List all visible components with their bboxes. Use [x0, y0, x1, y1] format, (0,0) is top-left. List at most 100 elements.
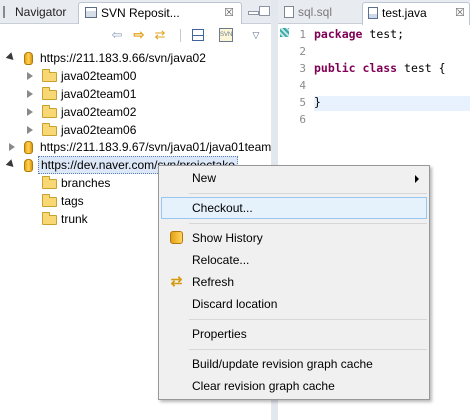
expand-toggle-icon[interactable]: [27, 108, 33, 116]
view-toolbar: ⇦ ⇨ ⇄ SVN ▽: [0, 24, 271, 46]
menu-item-build-revision-graph-cache[interactable]: Build/update revision graph cache: [161, 353, 427, 375]
code-text: test;: [362, 27, 405, 41]
menu-item-label: Build/update revision graph cache: [192, 357, 373, 371]
expand-toggle-icon[interactable]: [5, 52, 17, 63]
editor-tab-bar: sql.sql test.java ☒: [278, 0, 470, 25]
new-repository-location-icon[interactable]: SVN: [218, 27, 234, 43]
code-line[interactable]: package test;: [314, 26, 404, 43]
tab-sql-sql[interactable]: sql.sql: [284, 2, 332, 24]
left-view-tab-bar: Navigator SVN Reposit... ☒: [0, 0, 271, 25]
tree-item-label: tags: [61, 194, 84, 208]
code-keyword: package: [314, 27, 363, 41]
sync-icon[interactable]: ⇄: [152, 27, 168, 43]
folder-icon: [42, 194, 57, 207]
tree-item-label: java02team02: [61, 105, 137, 119]
tree-item-label: https://211.183.9.66/svn/java02: [40, 51, 206, 65]
tree-item-label: https://211.183.9.67/svn/java01/java01te…: [40, 140, 271, 154]
code-line[interactable]: }: [314, 94, 321, 111]
tree-item-label: java02team06: [61, 123, 137, 137]
line-number: 2: [299, 45, 306, 58]
expand-toggle-icon[interactable]: [5, 159, 17, 170]
menu-separator: [189, 223, 427, 224]
tab-sql-label: sql.sql: [298, 5, 333, 19]
tree-item-folder[interactable]: java02team01: [0, 85, 271, 103]
tab-navigator-label: Navigator: [15, 5, 67, 19]
tab-test-java[interactable]: test.java ☒: [362, 2, 470, 25]
svn-repository-icon: [85, 7, 97, 18]
view-menu-chevron-icon[interactable]: ▽: [248, 27, 264, 43]
menu-separator: [189, 193, 427, 194]
menu-item-label: Relocate...: [192, 253, 250, 267]
tree-item-label: java02team00: [61, 69, 137, 83]
line-number: 3: [299, 62, 306, 75]
line-number: 5: [299, 96, 306, 109]
line-number: 6: [299, 113, 306, 126]
refresh-icon: ⇄: [170, 273, 183, 289]
folder-icon: [42, 87, 57, 100]
menu-item-label: Show History: [192, 231, 263, 245]
menu-separator: [189, 349, 427, 350]
minimize-view-button[interactable]: [248, 11, 259, 15]
tree-item-label: java02team01: [61, 87, 137, 101]
menu-item-label: Refresh: [192, 275, 235, 289]
java-file-icon: [368, 7, 378, 19]
menu-item-checkout[interactable]: Checkout...: [161, 197, 427, 219]
submenu-arrow-icon: [415, 175, 419, 183]
collapse-all-icon[interactable]: [190, 27, 206, 43]
toolbar-separator: [180, 29, 181, 42]
menu-item-show-history[interactable]: Show History: [161, 227, 427, 249]
tab-svn-repositories-label: SVN Reposit...: [101, 6, 180, 20]
tree-item-folder[interactable]: java02team06: [0, 121, 271, 139]
expand-toggle-icon[interactable]: [27, 126, 33, 134]
menu-item-label: Clear revision graph cache: [192, 379, 335, 393]
navigator-icon: [3, 6, 11, 18]
folder-icon: [42, 176, 57, 189]
menu-item-relocate[interactable]: Relocate...: [161, 249, 427, 271]
menu-item-refresh[interactable]: ⇄ Refresh: [161, 271, 427, 293]
close-tab-icon[interactable]: ☒: [224, 3, 234, 23]
tree-item-repo[interactable]: https://211.183.9.67/svn/java01/java01te…: [0, 138, 271, 156]
forward-arrow-icon[interactable]: ⇨: [131, 27, 147, 43]
menu-separator: [189, 319, 427, 320]
menu-item-clear-revision-graph-cache[interactable]: Clear revision graph cache: [161, 375, 427, 397]
line-number: 1: [299, 28, 306, 41]
maximize-view-button[interactable]: [259, 6, 270, 16]
context-menu: New Checkout... Show History Relocate...…: [158, 165, 430, 400]
close-tab-icon[interactable]: ☒: [455, 3, 465, 23]
menu-item-label: Discard location: [192, 297, 278, 311]
tab-test-java-label: test.java: [382, 6, 427, 20]
folder-icon: [42, 105, 57, 118]
expand-toggle-icon[interactable]: [9, 143, 15, 151]
repository-icon: [24, 52, 33, 65]
folder-icon: [42, 212, 57, 225]
expand-toggle-icon[interactable]: [27, 90, 33, 98]
line-number: 4: [299, 79, 306, 92]
menu-item-discard-location[interactable]: Discard location: [161, 293, 427, 315]
menu-item-properties[interactable]: Properties: [161, 323, 427, 345]
code-keyword: public class: [314, 61, 398, 75]
sql-file-icon: [284, 6, 294, 18]
show-history-icon: [170, 231, 183, 244]
menu-item-label: Properties: [192, 327, 247, 341]
repository-icon: [24, 159, 33, 172]
tree-item-label: trunk: [61, 212, 88, 226]
expand-toggle-icon[interactable]: [27, 72, 33, 80]
tree-item-folder[interactable]: java02team00: [0, 67, 271, 85]
folder-icon: [42, 69, 57, 82]
tab-navigator[interactable]: Navigator: [0, 2, 78, 24]
back-arrow-icon[interactable]: ⇦: [109, 27, 125, 43]
overview-marker-icon: [280, 28, 289, 37]
code-line[interactable]: public class test {: [314, 60, 446, 77]
menu-item-label: New: [192, 171, 217, 185]
current-line-highlight: [314, 96, 470, 111]
tree-item-folder[interactable]: java02team02: [0, 103, 271, 121]
tab-svn-repositories[interactable]: SVN Reposit... ☒: [78, 2, 242, 25]
tree-item-label: branches: [61, 176, 111, 190]
code-text: test {: [397, 61, 446, 75]
menu-item-label: Checkout...: [192, 201, 253, 215]
repository-icon: [24, 141, 33, 154]
menu-item-new[interactable]: New: [161, 167, 427, 189]
folder-icon: [42, 123, 57, 136]
tree-item-repo[interactable]: https://211.183.9.66/svn/java02: [0, 49, 271, 67]
code-text: }: [314, 95, 321, 109]
